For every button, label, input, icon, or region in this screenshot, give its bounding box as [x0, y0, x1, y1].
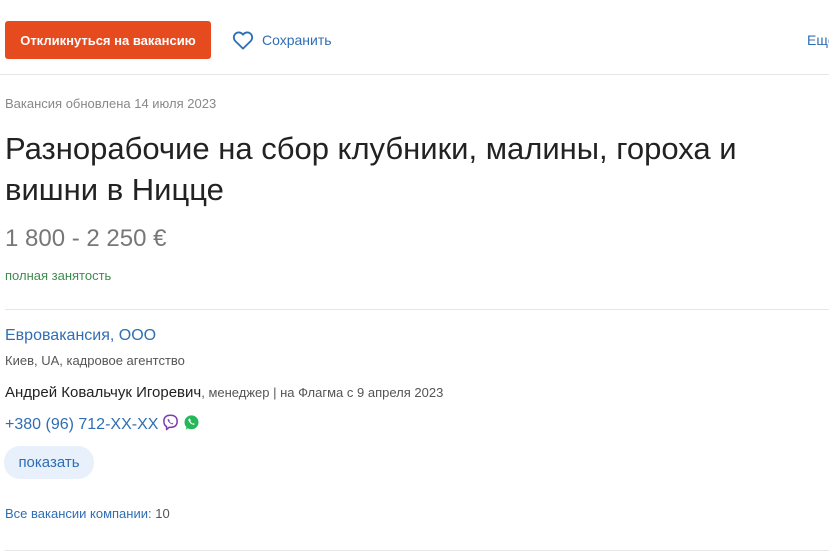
- show-phone-button[interactable]: показать: [4, 446, 94, 479]
- save-label: Сохранить: [262, 32, 332, 48]
- salary: 1 800 - 2 250 €: [5, 225, 167, 252]
- employment-type: полная занятость: [5, 268, 112, 283]
- save-button[interactable]: Сохранить: [232, 27, 332, 53]
- updated-date: Вакансия обновлена 14 июля 2023: [5, 96, 217, 111]
- phone-number[interactable]: +380 (96) 712-XX-XX: [5, 416, 158, 434]
- whatsapp-icon[interactable]: [183, 414, 200, 436]
- divider: [5, 309, 829, 310]
- viber-icon[interactable]: [162, 414, 179, 436]
- vacancy-page: Откликнуться на вакансию Сохранить Ещё В…: [0, 0, 829, 559]
- vacancy-title: Разнорабочие на сбор клубники, малины, г…: [5, 131, 737, 207]
- more-link[interactable]: Ещё: [807, 32, 829, 48]
- apply-button[interactable]: Откликнуться на вакансию: [5, 21, 211, 59]
- all-vacancies-label: Все вакансии компании:: [5, 506, 152, 521]
- divider: [5, 550, 829, 551]
- company-meta: Киев, UA, кадровое агентство: [5, 353, 185, 368]
- contact-person: Андрей Ковальчук Игоревич, менеджер | на…: [5, 384, 443, 401]
- heart-outline-icon: [232, 30, 254, 50]
- phone-row: +380 (96) 712-XX-XX: [5, 414, 200, 436]
- contact-name: Андрей Ковальчук Игоревич: [5, 384, 202, 401]
- all-vacancies-count: 10: [155, 506, 170, 521]
- all-company-vacancies-link[interactable]: Все вакансии компании: 10: [5, 506, 170, 521]
- action-bar: Откликнуться на вакансию Сохранить Ещё: [0, 0, 829, 75]
- contact-role: , менеджер | на Флагма с 9 апреля 2023: [201, 385, 444, 400]
- company-name-link[interactable]: Евровакансия, ООО: [5, 327, 156, 345]
